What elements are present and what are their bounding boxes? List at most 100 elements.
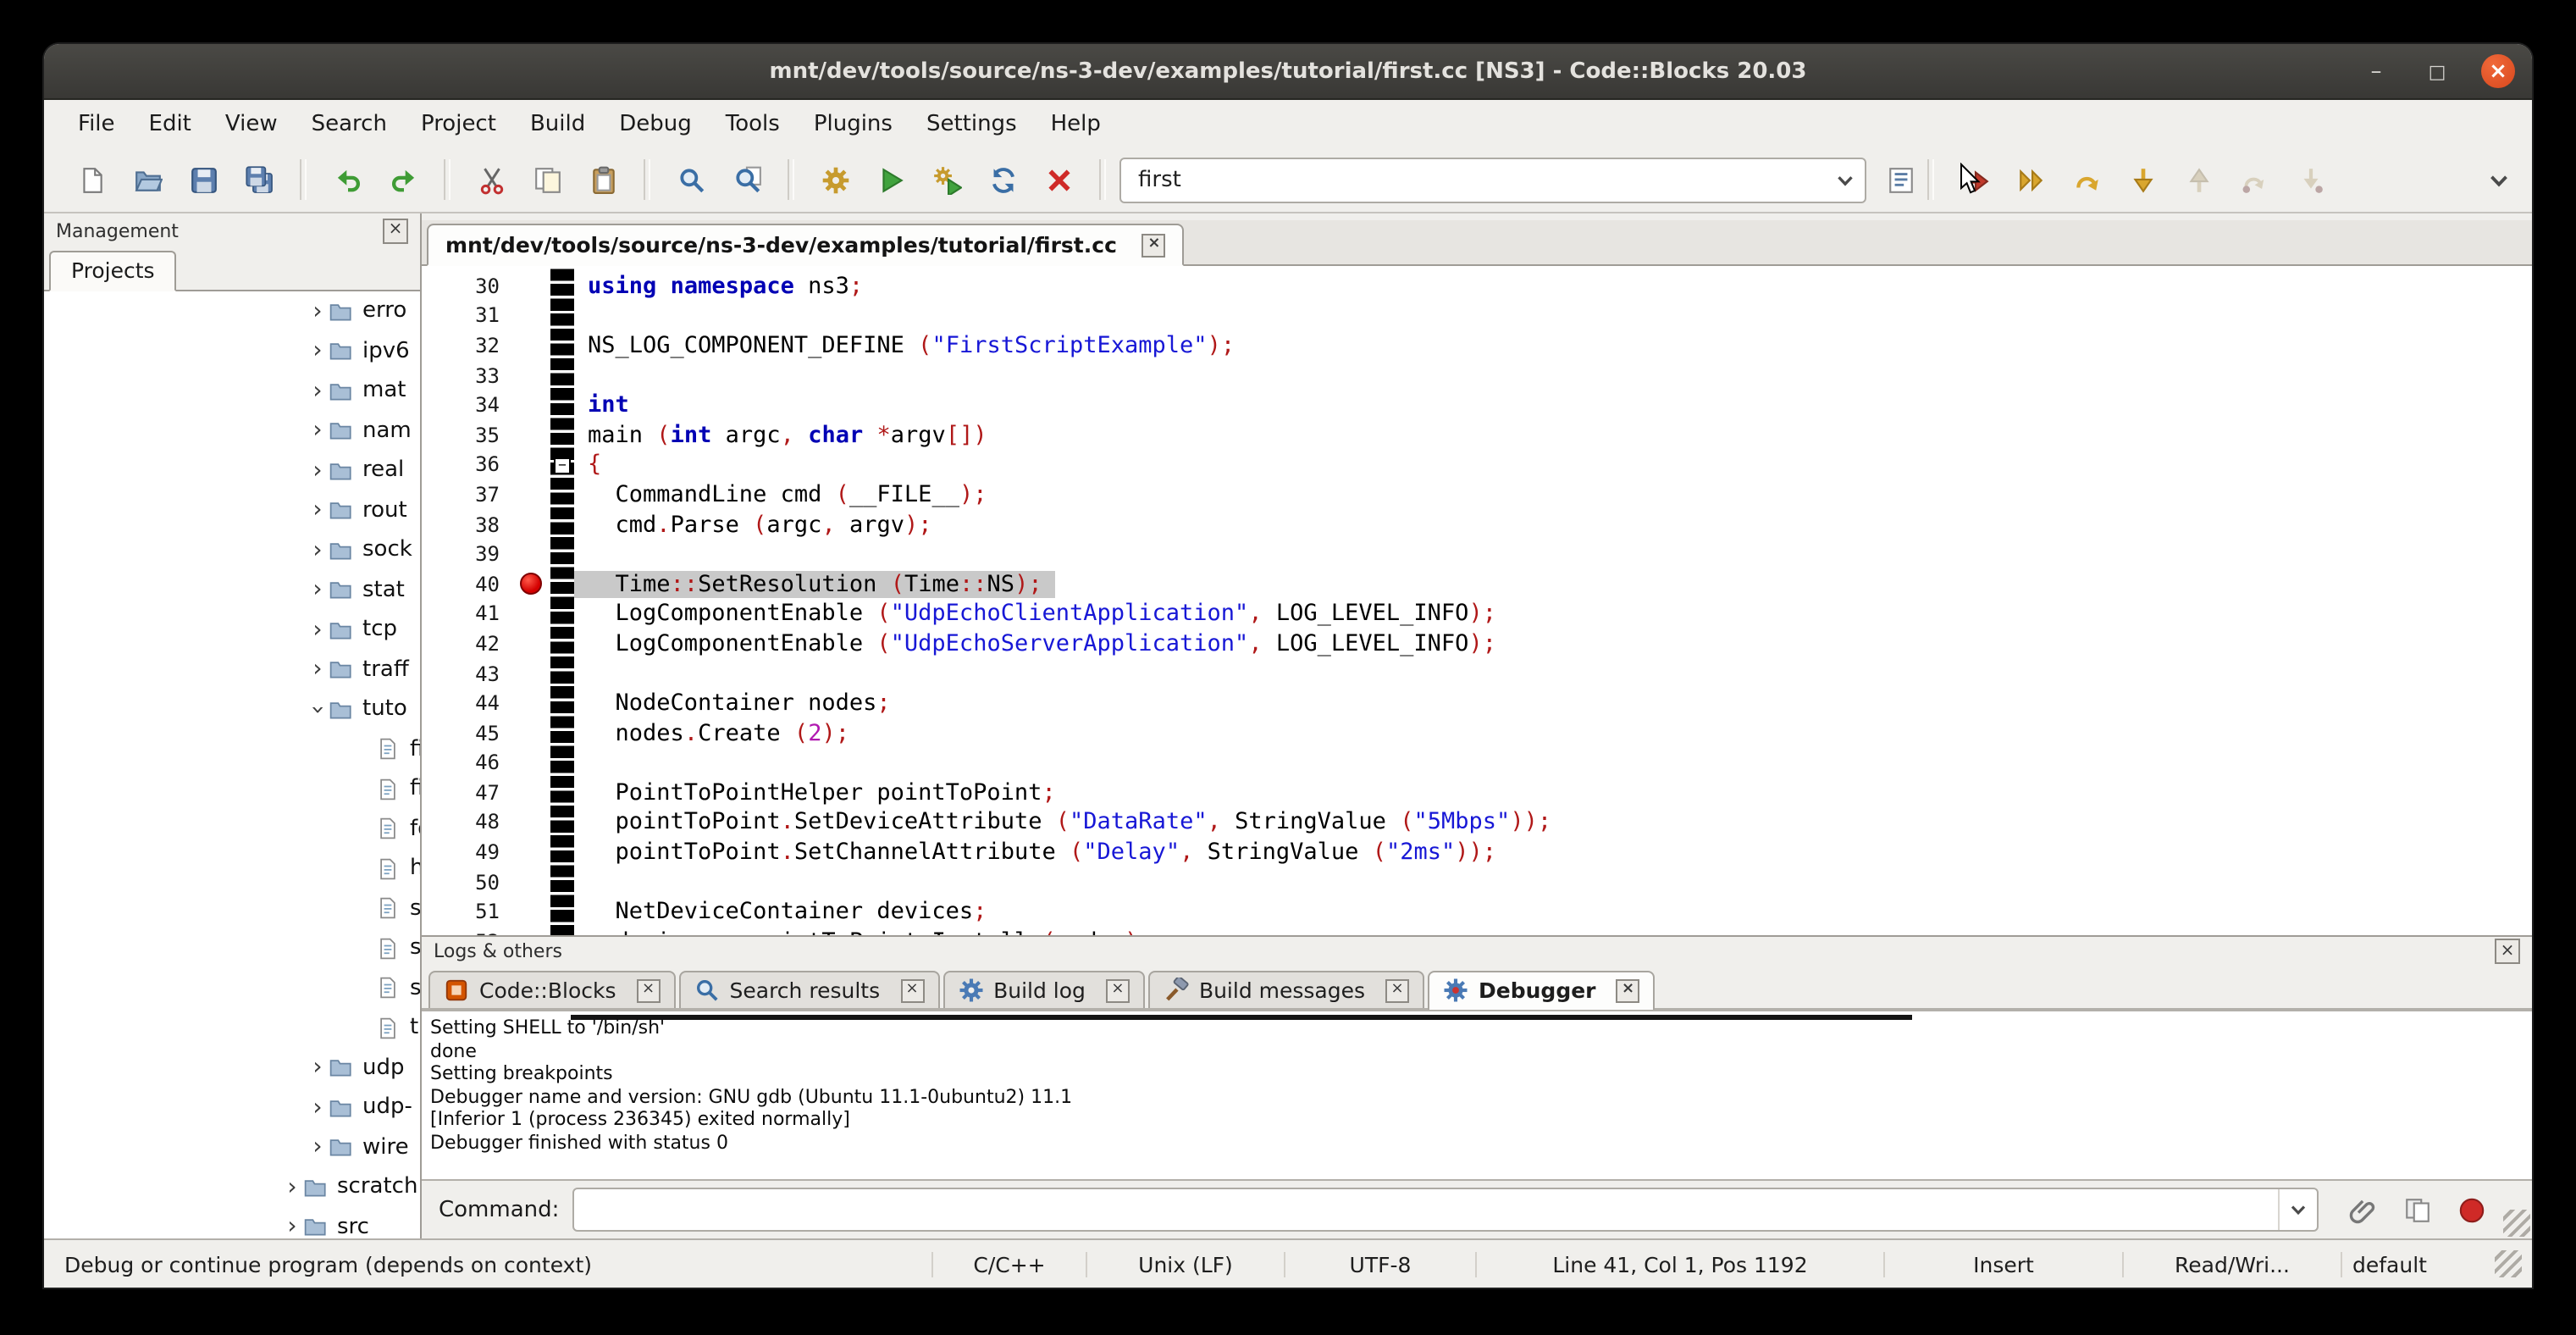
close-button[interactable]: × [2481,54,2515,88]
code-line-37[interactable]: 37 CommandLine cmd (__FILE__); [422,479,2532,509]
collapse-arrow-icon[interactable]: › [306,699,329,721]
tree-item-nam[interactable]: ›nam [44,411,420,451]
find-button[interactable] [667,157,715,202]
close-debugger-tab-button[interactable]: × [1617,978,1640,1002]
window-resize-grip[interactable] [2495,1250,2522,1277]
copy-button[interactable] [523,157,571,202]
tree-item-src[interactable]: ›src [44,1207,420,1238]
expand-arrow-icon[interactable]: › [307,618,329,642]
cut-button[interactable] [467,157,515,202]
build-target-options-button[interactable] [1877,157,1924,202]
tree-item-se[interactable]: se [44,928,420,968]
tree-item-sock[interactable]: ›sock [44,530,420,570]
expand-arrow-icon[interactable]: › [307,379,329,403]
tree-item-he[interactable]: he [44,849,420,889]
build-and-run-button[interactable] [923,157,970,202]
menu-project[interactable]: Project [404,104,513,143]
next-instruction-button[interactable] [2231,157,2278,202]
code-line-46[interactable]: 46 [422,748,2532,778]
menu-view[interactable]: View [208,104,295,143]
menu-tools[interactable]: Tools [709,104,797,143]
build-target-combo[interactable]: first [1119,157,1866,202]
tab-projects[interactable]: Projects [49,251,177,291]
tree-item-traff[interactable]: ›traff [44,650,420,690]
menu-search[interactable]: Search [295,104,404,143]
tree-item-fo[interactable]: fo [44,809,420,849]
fold-marker[interactable]: − [554,457,571,474]
code-line-33[interactable]: 33 [422,361,2532,391]
expand-arrow-icon[interactable]: › [307,340,329,363]
tree-item-six[interactable]: six [44,968,420,1008]
redo-button[interactable] [379,157,427,202]
run-to-cursor-button[interactable] [2007,157,2054,202]
attach-file-button[interactable] [2342,1189,2383,1230]
code-line-35[interactable]: 35main (int argc, char *argv[]) [422,420,2532,450]
code-line-36[interactable]: 36{− [422,450,2532,479]
minimize-button[interactable]: – [2359,54,2393,88]
copy-log-button[interactable] [2396,1189,2437,1230]
tab-build-log[interactable]: Build log× [943,971,1145,1008]
undo-button[interactable] [323,157,371,202]
close-search-results-tab-button[interactable]: × [900,978,924,1002]
code-line-47[interactable]: 47 PointToPointHelper pointToPoint; [422,778,2532,807]
expand-arrow-icon[interactable]: › [307,539,329,562]
tree-item-rout[interactable]: ›rout [44,490,420,530]
menu-debug[interactable]: Debug [602,104,709,143]
debugger-output[interactable]: Setting SHELL to '/bin/sh'doneSetting br… [422,1010,2532,1181]
tree-item-ipv6[interactable]: ›ipv6 [44,331,420,371]
menu-settings[interactable]: Settings [909,104,1034,143]
tree-item-scratch[interactable]: ›scratch [44,1167,420,1207]
tree-item-mat[interactable]: ›mat [44,371,420,411]
menu-build[interactable]: Build [513,104,602,143]
close-editor-tab-button[interactable]: × [1142,233,1166,257]
tree-item-udp[interactable]: ›udp [44,1048,420,1088]
run-button[interactable] [867,157,915,202]
code-line-49[interactable]: 49 pointToPoint.SetChannelAttribute ("De… [422,838,2532,867]
close-logs-button[interactable]: × [2495,939,2520,964]
expand-arrow-icon[interactable]: › [307,1096,329,1120]
titlebar[interactable]: mnt/dev/tools/source/ns-3-dev/examples/t… [44,44,2532,100]
save-all-button[interactable] [235,157,283,202]
tree-item-erro[interactable]: ›erro [44,291,420,331]
expand-arrow-icon[interactable]: › [307,459,329,483]
code-line-39[interactable]: 39 [422,540,2532,569]
code-editor[interactable]: 30using namespace ns3;3132NS_LOG_COMPONE… [422,266,2532,935]
close-build-messages-tab-button[interactable]: × [1385,978,1409,1002]
step-into-button[interactable] [2119,157,2166,202]
close-build-log-tab-button[interactable]: × [1106,978,1130,1002]
close-management-button[interactable]: × [383,218,408,243]
menu-plugins[interactable]: Plugins [797,104,909,143]
abort-build-button[interactable] [1035,157,1082,202]
code-line-44[interactable]: 44 NodeContainer nodes; [422,689,2532,718]
expand-arrow-icon[interactable]: › [307,1056,329,1080]
step-out-button[interactable] [2175,157,2222,202]
maximize-button[interactable]: □ [2420,54,2454,88]
close-code-blocks-tab-button[interactable]: × [637,978,661,1002]
code-line-42[interactable]: 42 LogComponentEnable ("UdpEchoServerApp… [422,629,2532,658]
tree-item-se[interactable]: se [44,889,420,928]
toolbar-overflow-button[interactable] [2474,157,2522,202]
tree-item-stat[interactable]: ›stat [44,570,420,610]
code-line-52[interactable]: 52 devices = pointToPoint.Install (nodes… [422,927,2532,935]
code-line-51[interactable]: 51 NetDeviceContainer devices; [422,897,2532,927]
new-file-button[interactable] [68,157,115,202]
tree-item-wire[interactable]: ›wire [44,1127,420,1167]
paste-button[interactable] [579,157,627,202]
chevron-down-icon[interactable] [1832,167,1858,192]
tree-item-tuto[interactable]: ›tuto [44,690,420,729]
tab-build-messages[interactable]: Build messages× [1148,971,1424,1008]
code-line-43[interactable]: 43 [422,658,2532,688]
code-line-31[interactable]: 31 [422,301,2532,330]
expand-arrow-icon[interactable]: › [281,1176,303,1199]
open-button[interactable] [124,157,171,202]
expand-arrow-icon[interactable]: › [307,579,329,602]
command-dropdown-button[interactable] [2278,1189,2317,1230]
code-line-38[interactable]: 38 cmd.Parse (argc, argv); [422,510,2532,540]
code-line-45[interactable]: 45 nodes.Create (2); [422,718,2532,748]
tree-item-udp[interactable]: ›udp- [44,1088,420,1127]
expand-arrow-icon[interactable]: › [307,658,329,682]
code-line-41[interactable]: 41 LogComponentEnable ("UdpEchoClientApp… [422,599,2532,629]
command-input[interactable] [574,1193,2278,1227]
menu-edit[interactable]: Edit [132,104,208,143]
expand-arrow-icon[interactable]: › [307,499,329,523]
